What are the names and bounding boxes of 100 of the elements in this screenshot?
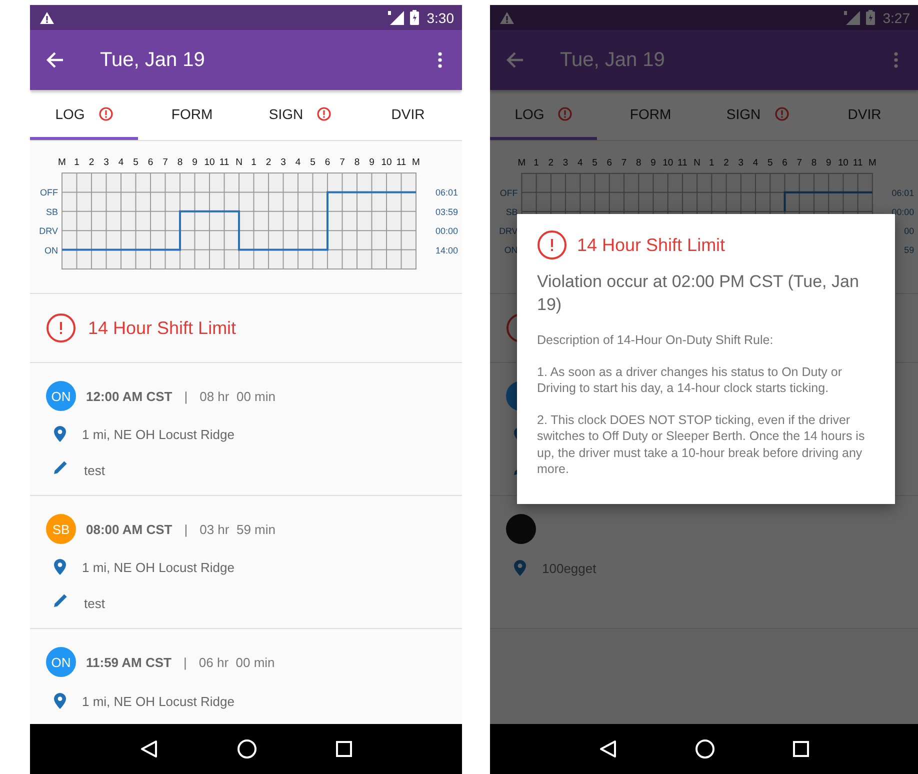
back-arrow-icon bbox=[46, 51, 64, 69]
status-badge: ON bbox=[46, 647, 76, 677]
hour-label: 9 bbox=[369, 157, 374, 168]
battery-icon bbox=[866, 10, 875, 25]
tab[interactable]: FORM bbox=[138, 90, 246, 140]
hour-label: 8 bbox=[354, 157, 360, 168]
location-pin-icon bbox=[54, 426, 66, 442]
hour-label: M bbox=[58, 157, 66, 168]
signal-icon bbox=[844, 10, 860, 24]
entry-note: test bbox=[84, 462, 105, 478]
hour-label: 5 bbox=[310, 157, 316, 168]
hour-label: 10 bbox=[662, 156, 674, 168]
hour-label: 3 bbox=[104, 157, 109, 168]
status-total: 06:01 bbox=[892, 188, 914, 198]
home-icon[interactable] bbox=[236, 739, 257, 759]
rule-description: 1. As soon as a driver changes his status to On Duty or Driving to start his day, a 14-hour clock starts ticking. bbox=[537, 364, 844, 396]
hour-label: 6 bbox=[606, 156, 612, 168]
entry-time: 08:00 AM CST bbox=[86, 522, 172, 536]
hour-label: 6 bbox=[782, 156, 788, 168]
warning-icon bbox=[40, 12, 54, 24]
hour-label: 3 bbox=[738, 156, 744, 168]
rule-description: Description of 14-Hour On-Duty Shift Rule: bbox=[537, 332, 774, 348]
violation-row[interactable]: 14 Hour Shift Limit bbox=[30, 294, 462, 363]
dialog-title: 14 Hour Shift Limit bbox=[577, 234, 726, 256]
entry-location: 1 mi, NE OH Locust Ridge bbox=[82, 560, 234, 574]
tab[interactable]: DVIR bbox=[354, 90, 462, 140]
hour-label: 4 bbox=[295, 157, 301, 168]
hour-label: M bbox=[518, 156, 526, 168]
warning-icon bbox=[500, 12, 514, 24]
menu-icon bbox=[894, 52, 898, 68]
alert-icon bbox=[537, 230, 567, 260]
app-bar-title: Tue, Jan 19 bbox=[100, 48, 206, 72]
log-entry[interactable]: ON 12:00 AM CST | 08 hr 00 min 1 mi, NE OH Locust Ridge test bbox=[30, 363, 462, 496]
hour-label: M bbox=[412, 157, 420, 168]
hour-label: 2 bbox=[88, 157, 94, 168]
hour-label: 11 bbox=[852, 156, 863, 168]
hour-label: 8 bbox=[811, 156, 817, 168]
signal-icon bbox=[388, 10, 404, 24]
tab[interactable]: SIGN bbox=[246, 90, 354, 140]
hour-label: 3 bbox=[280, 157, 286, 168]
back-icon[interactable] bbox=[140, 740, 158, 758]
hour-label: 2 bbox=[548, 156, 554, 168]
home-icon[interactable] bbox=[695, 739, 715, 759]
separator: | bbox=[184, 522, 188, 536]
hour-label: 5 bbox=[133, 157, 138, 168]
back-icon[interactable] bbox=[599, 740, 617, 758]
hour-label: 4 bbox=[752, 156, 758, 168]
log-entry[interactable]: ON 11:59 AM CST | 06 hr 00 min 1 mi, NE OH Locust Ridge bbox=[30, 629, 462, 724]
entry-time: 12:00 AM CST bbox=[86, 388, 172, 404]
hour-label: 11 bbox=[396, 157, 406, 168]
clock-time: 3:27 bbox=[882, 10, 910, 26]
hour-label: 10 bbox=[838, 156, 848, 168]
hour-label: 7 bbox=[340, 157, 345, 168]
tab[interactable]: SIGN bbox=[704, 90, 811, 140]
hour-label: 5 bbox=[768, 156, 773, 168]
hour-label: 10 bbox=[381, 157, 392, 168]
hour-label: 6 bbox=[148, 157, 154, 168]
status-label: SB bbox=[46, 206, 58, 217]
hour-label: 8 bbox=[636, 156, 642, 168]
hour-label: 11 bbox=[678, 156, 688, 168]
hour-label: 1 bbox=[709, 156, 714, 168]
alert-icon bbox=[46, 313, 76, 343]
recents-icon[interactable] bbox=[336, 741, 352, 757]
hour-label: 4 bbox=[118, 157, 124, 168]
hour-label: 3 bbox=[562, 156, 568, 168]
hour-label: 11 bbox=[219, 157, 230, 168]
status-label: OFF bbox=[40, 188, 58, 198]
status-badge: ON bbox=[46, 381, 76, 411]
entry-location: 100egget bbox=[542, 560, 596, 576]
separator: | bbox=[184, 654, 187, 670]
tab[interactable]: DVIR bbox=[811, 90, 918, 140]
log-entry[interactable]: SB 08:00 AM CST | 03 hr 59 min 1 mi, NE OH Locust Ridge test bbox=[30, 496, 462, 629]
hour-label: 5 bbox=[592, 156, 598, 168]
separator: | bbox=[184, 388, 188, 404]
location-pin-icon bbox=[514, 560, 526, 576]
app-bar-title: Tue, Jan 19 bbox=[560, 48, 666, 72]
entry-location: 1 mi, NE OH Locust Ridge bbox=[82, 426, 234, 442]
status-total: 14:00 bbox=[435, 245, 458, 256]
status-total: 00 bbox=[904, 226, 914, 236]
violation-time-text: Violation occur at 02:00 PM CST (Tue, Jan 19) bbox=[537, 271, 860, 316]
hour-label: M bbox=[868, 156, 876, 168]
hour-label: 1 bbox=[534, 156, 539, 168]
hour-label: 2 bbox=[266, 157, 272, 168]
hour-label: 7 bbox=[162, 157, 168, 168]
status-total: 00:00 bbox=[892, 206, 914, 217]
pencil-icon bbox=[54, 593, 68, 607]
entry-time: 11:59 AM CST bbox=[86, 654, 172, 670]
back-arrow-icon bbox=[506, 51, 524, 69]
hour-label: 4 bbox=[578, 156, 583, 168]
violation-title: 14 Hour Shift Limit bbox=[88, 318, 236, 338]
hour-label: 7 bbox=[621, 156, 627, 168]
battery-icon bbox=[410, 10, 419, 25]
status-label: SB bbox=[506, 206, 518, 217]
status-badge: SB bbox=[46, 514, 76, 544]
hour-label: 9 bbox=[826, 156, 832, 168]
recents-icon[interactable] bbox=[793, 741, 809, 757]
hour-label: 6 bbox=[324, 157, 330, 168]
hour-label: 7 bbox=[796, 156, 802, 168]
clock-time: 3:30 bbox=[426, 10, 454, 26]
tab[interactable]: FORM bbox=[597, 90, 704, 140]
